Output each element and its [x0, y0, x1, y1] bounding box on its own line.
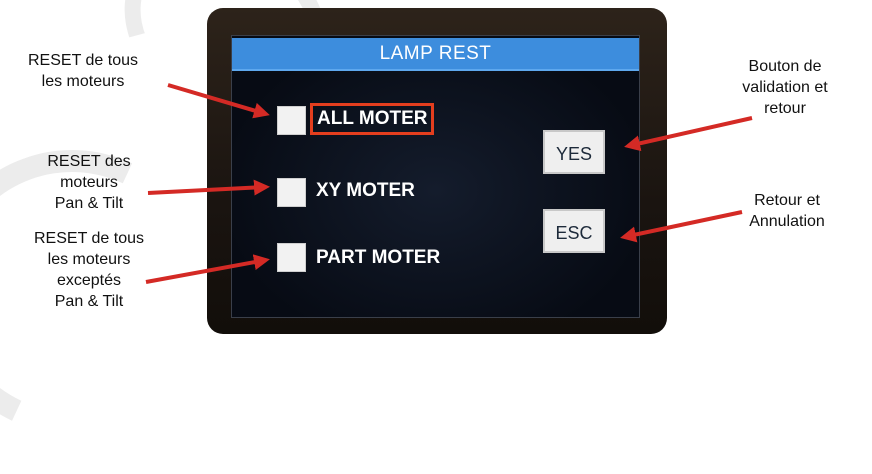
arrow-to-xy-moter: [147, 179, 270, 196]
annotation-arrows: [145, 83, 753, 284]
arrow-to-esc-button: [620, 210, 743, 243]
arrow-to-yes-button: [624, 116, 753, 152]
arrow-to-all-moter: [167, 83, 270, 119]
arrow-to-part-moter: [145, 254, 270, 284]
